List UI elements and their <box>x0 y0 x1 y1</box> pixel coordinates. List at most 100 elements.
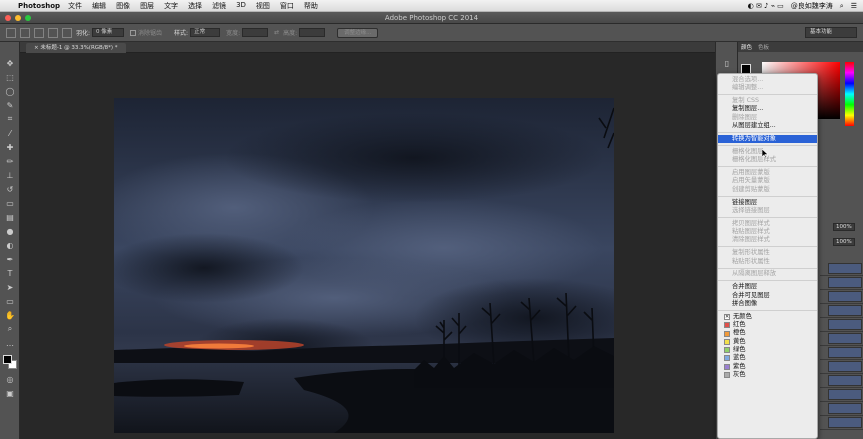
context-menu-item[interactable]: 合并可见图层 <box>718 292 817 300</box>
options-bar: 羽化: 0 像素 消除锯齿 样式: 正常 宽度: ⇄ 高度: 调整边缘... 基… <box>0 24 863 42</box>
layer-row[interactable] <box>820 318 863 332</box>
gradient-tool-icon[interactable]: ▤ <box>0 210 20 224</box>
label-color-text: 蓝色 <box>733 354 746 362</box>
label-color-item[interactable]: 黄色 <box>718 338 817 346</box>
width-input[interactable] <box>242 28 269 37</box>
label-color-item[interactable]: 绿色 <box>718 346 817 354</box>
layer-row[interactable] <box>820 276 863 290</box>
context-menu-item[interactable]: 拼合图像 <box>718 300 817 308</box>
menu-item[interactable]: 滤镜 <box>212 1 226 11</box>
label-color-item[interactable]: 橙色 <box>718 329 817 337</box>
close-button[interactable] <box>5 15 11 21</box>
add-selection-icon[interactable] <box>34 27 44 38</box>
document-tab[interactable]: × 未标题-1 @ 33.3%(RGB/8*) * <box>26 43 126 53</box>
marquee-preset-icon[interactable] <box>6 27 16 38</box>
tab-swatches[interactable]: 色板 <box>758 43 769 51</box>
minimize-button[interactable] <box>15 15 21 21</box>
layer-row[interactable] <box>820 360 863 374</box>
tab-color[interactable]: 颜色 <box>741 43 752 51</box>
refine-edge-button[interactable]: 调整边缘... <box>337 27 379 38</box>
eyedropper-tool-icon[interactable]: ⁄ <box>0 126 20 140</box>
layer-row[interactable] <box>820 262 863 276</box>
move-tool-icon[interactable]: ✥ <box>0 56 20 70</box>
context-menu-item[interactable]: 从图层建立组... <box>718 122 817 130</box>
antialias-checkbox[interactable] <box>130 29 137 36</box>
feather-label: 羽化: <box>76 30 91 37</box>
history-brush-icon[interactable]: ↺ <box>0 182 20 196</box>
brush-tool-icon[interactable]: ✏ <box>0 154 20 168</box>
context-menu-item[interactable]: 链接图层 <box>718 199 817 207</box>
layer-row[interactable] <box>820 332 863 346</box>
eraser-tool-icon[interactable]: ▭ <box>0 196 20 210</box>
menu-item[interactable]: 帮助 <box>304 1 318 11</box>
pen-tool-icon[interactable]: ✒ <box>0 252 20 266</box>
hue-slider[interactable] <box>845 62 854 126</box>
stamp-tool-icon[interactable]: ⊥ <box>0 168 20 182</box>
workspace-select[interactable]: 基本功能 <box>805 27 857 38</box>
label-color-item[interactable]: ✕ 无颜色 <box>718 313 817 321</box>
menu-item[interactable]: 图像 <box>116 1 130 11</box>
marquee-tool-icon[interactable]: ⬚ <box>0 70 20 84</box>
dodge-tool-icon[interactable]: ◐ <box>0 238 20 252</box>
label-color-item[interactable]: 蓝色 <box>718 354 817 362</box>
subtract-selection-icon[interactable] <box>48 27 58 38</box>
menu-item[interactable]: 图层 <box>140 1 154 11</box>
context-menu-item: 复制形状属性 <box>732 249 770 257</box>
feather-input[interactable]: 0 像素 <box>92 28 125 37</box>
menu-item[interactable]: 3D <box>236 1 246 11</box>
context-menu-item: 拷贝图层样式 <box>732 219 770 227</box>
context-menu-item[interactable]: 复制图层... <box>718 105 817 113</box>
mac-menubar: Photoshop 文件 编辑 图像 图层 文字 选择 滤镜 3D 视图 窗口 帮助 ◐ ✉ ♪ ⌁… <box>0 0 863 12</box>
fill-field[interactable]: 100% <box>833 238 855 246</box>
layer-row[interactable] <box>820 416 863 430</box>
menu-item[interactable]: 视图 <box>256 1 270 11</box>
menu-item[interactable]: 选择 <box>188 1 202 11</box>
path-select-tool-icon[interactable]: ➤ <box>0 280 20 294</box>
hand-tool-icon[interactable]: ✋ <box>0 308 20 322</box>
label-color-text: 紫色 <box>733 362 746 370</box>
type-tool-icon[interactable]: T <box>0 266 20 280</box>
zoom-tool-icon[interactable]: ⌕ <box>0 322 20 336</box>
quick-mask-icon[interactable]: ◎ <box>0 372 20 386</box>
status-icons: ◐ ✉ ♪ ⌁ ▭ <box>747 2 784 10</box>
healing-tool-icon[interactable]: ✚ <box>0 140 20 154</box>
style-select[interactable]: 正常 <box>190 28 221 37</box>
layer-row[interactable] <box>820 374 863 388</box>
crop-tool-icon[interactable]: ⌗ <box>0 112 20 126</box>
context-menu-item[interactable]: 合并图层 <box>718 283 817 291</box>
blur-tool-icon[interactable]: ● <box>0 224 20 238</box>
shape-tool-icon[interactable]: ▭ <box>0 294 20 308</box>
list-icon[interactable]: ☰ <box>851 2 857 10</box>
height-input[interactable] <box>299 28 326 37</box>
quick-select-tool-icon[interactable]: ✎ <box>0 98 20 112</box>
zoom-button[interactable] <box>25 15 31 21</box>
color-swatch-icon <box>724 322 730 329</box>
user-name[interactable]: @良如魏李涛 <box>791 1 833 11</box>
layer-row[interactable] <box>820 290 863 304</box>
more-tools-icon[interactable]: … <box>0 336 20 350</box>
menu-item[interactable]: 文字 <box>164 1 178 11</box>
app-menu[interactable]: Photoshop <box>18 2 60 10</box>
opacity-field[interactable]: 100% <box>833 223 855 231</box>
layer-row[interactable] <box>820 346 863 360</box>
screen-mode-icon[interactable]: ▣ <box>0 386 20 400</box>
context-menu-item: 删除图层 <box>732 113 758 121</box>
canvas-area[interactable] <box>20 53 715 439</box>
history-panel-icon[interactable]: ▯ <box>716 56 738 70</box>
foreground-color-swatch[interactable] <box>3 355 12 364</box>
intersect-selection-icon[interactable] <box>62 27 72 38</box>
search-icon[interactable]: ⌕ <box>840 2 844 11</box>
menu-item[interactable]: 文件 <box>68 1 82 11</box>
label-color-item[interactable]: 紫色 <box>718 363 817 371</box>
swap-icon[interactable]: ⇄ <box>274 29 279 36</box>
label-color-item[interactable]: 灰色 <box>718 371 817 379</box>
menu-item[interactable]: 窗口 <box>280 1 294 11</box>
layer-row[interactable] <box>820 388 863 402</box>
layer-row[interactable] <box>820 304 863 318</box>
layer-row[interactable] <box>820 402 863 416</box>
lasso-tool-icon[interactable]: ◯ <box>0 84 20 98</box>
context-menu-item[interactable]: 转换为智能对象 <box>718 134 817 144</box>
menu-item[interactable]: 编辑 <box>92 1 106 11</box>
new-selection-icon[interactable] <box>20 27 30 38</box>
color-swatch-icon <box>724 363 730 370</box>
